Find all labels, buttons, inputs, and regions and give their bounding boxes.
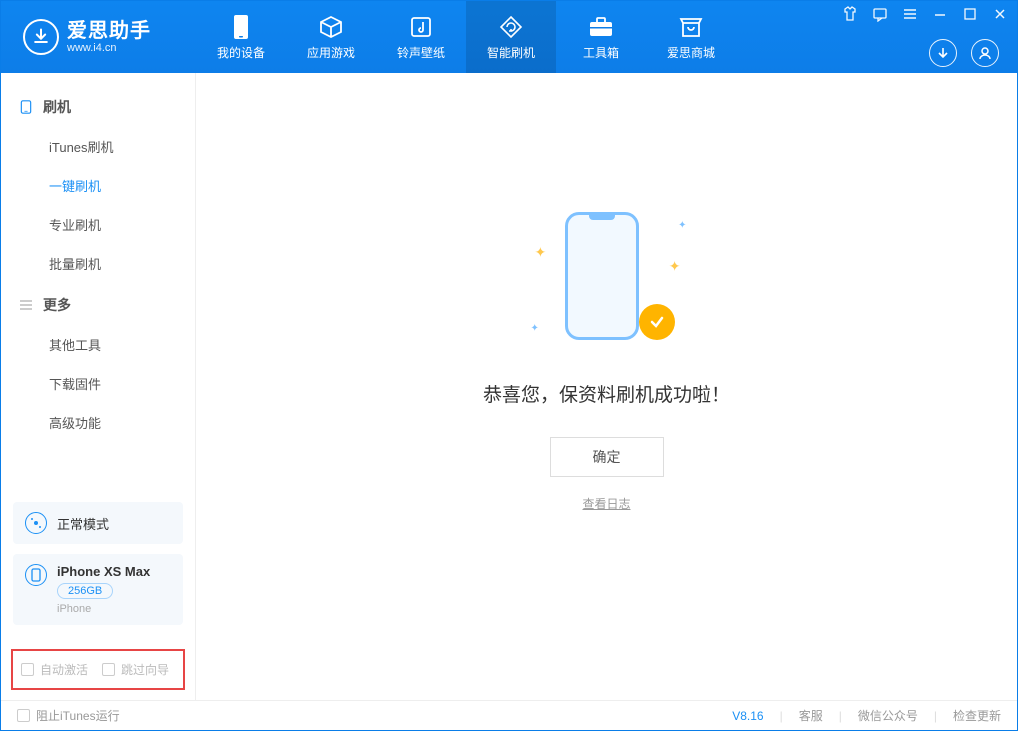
footer-link-support[interactable]: 客服: [799, 707, 823, 724]
success-message: 恭喜您，保资料刷机成功啦！: [483, 380, 730, 407]
nav-tab-label: 铃声壁纸: [397, 44, 445, 61]
checkbox-icon: [102, 663, 115, 676]
footer-link-update[interactable]: 检查更新: [953, 707, 1001, 724]
device-info-card[interactable]: iPhone XS Max 256GB iPhone: [13, 554, 183, 625]
store-icon: [678, 14, 704, 40]
device-phone-icon: [25, 564, 47, 586]
nav-tab-label: 我的设备: [217, 44, 265, 61]
refresh-icon: [498, 14, 524, 40]
sidebar-item-batch-flash[interactable]: 批量刷机: [1, 244, 195, 283]
status-bar: 阻止iTunes运行 V8.16 | 客服 | 微信公众号 | 检查更新: [1, 700, 1017, 730]
device-icon: [228, 14, 254, 40]
nav-tabs: 我的设备 应用游戏 铃声壁纸 智能刷机 工具箱 爱思商城: [196, 1, 736, 73]
sidebar-item-onekey-flash[interactable]: 一键刷机: [1, 166, 195, 205]
sidebar-item-download-firmware[interactable]: 下载固件: [1, 364, 195, 403]
close-icon[interactable]: [991, 5, 1009, 23]
nav-tab-label: 应用游戏: [307, 44, 355, 61]
checkbox-auto-activate[interactable]: 自动激活: [21, 661, 88, 678]
sidebar-item-pro-flash[interactable]: 专业刷机: [1, 205, 195, 244]
phone-icon: [19, 100, 33, 114]
nav-tab-store[interactable]: 爱思商城: [646, 1, 736, 73]
device-mode-card[interactable]: 正常模式: [13, 502, 183, 544]
sidebar-item-advanced[interactable]: 高级功能: [1, 403, 195, 442]
app-subtitle: www.i4.cn: [67, 42, 151, 54]
check-badge-icon: [639, 304, 675, 340]
app-title: 爱思助手: [67, 20, 151, 42]
maximize-icon[interactable]: [961, 5, 979, 23]
flash-options-box: 自动激活 跳过向导: [11, 649, 185, 690]
sparkle-icon: ✦: [531, 323, 539, 334]
music-icon: [408, 14, 434, 40]
main-content: ✦ ✦ ✦ ✦ 恭喜您，保资料刷机成功啦！ 确定 查看日志: [196, 73, 1017, 700]
success-illustration: ✦ ✦ ✦ ✦: [527, 202, 687, 352]
sparkle-icon: ✦: [669, 258, 681, 275]
nav-tab-label: 爱思商城: [667, 44, 715, 61]
version-label: V8.16: [732, 709, 763, 723]
checkbox-skip-wizard[interactable]: 跳过向导: [102, 661, 169, 678]
nav-tab-label: 智能刷机: [487, 44, 535, 61]
checkbox-block-itunes[interactable]: 阻止iTunes运行: [17, 707, 120, 724]
device-type: iPhone: [57, 603, 150, 615]
mode-icon: [25, 512, 47, 534]
view-log-link[interactable]: 查看日志: [582, 495, 630, 512]
cube-icon: [318, 14, 344, 40]
sidebar-heading-more: 更多: [1, 289, 195, 325]
list-icon: [19, 298, 33, 312]
sidebar-item-itunes-flash[interactable]: iTunes刷机: [1, 127, 195, 166]
feedback-icon[interactable]: [871, 5, 889, 23]
device-name: iPhone XS Max: [57, 564, 150, 579]
nav-tab-apps[interactable]: 应用游戏: [286, 1, 376, 73]
nav-tab-toolbox[interactable]: 工具箱: [556, 1, 646, 73]
footer-link-wechat[interactable]: 微信公众号: [858, 707, 918, 724]
logo-icon: [23, 19, 59, 55]
sidebar-item-other-tools[interactable]: 其他工具: [1, 325, 195, 364]
minimize-icon[interactable]: [931, 5, 949, 23]
nav-tab-flash[interactable]: 智能刷机: [466, 1, 556, 73]
ok-button[interactable]: 确定: [550, 437, 664, 477]
window-controls: [841, 5, 1009, 23]
sidebar-heading-flash: 刷机: [1, 91, 195, 127]
checkbox-icon: [17, 709, 30, 722]
skin-icon[interactable]: [841, 5, 859, 23]
nav-tab-ringtones[interactable]: 铃声壁纸: [376, 1, 466, 73]
sparkle-icon: ✦: [678, 220, 686, 231]
app-logo: 爱思助手 www.i4.cn: [1, 19, 196, 55]
nav-tab-label: 工具箱: [583, 44, 619, 61]
download-manager-icon[interactable]: [929, 39, 957, 67]
device-mode-label: 正常模式: [57, 514, 109, 533]
sidebar: 刷机 iTunes刷机 一键刷机 专业刷机 批量刷机 更多 其他工具 下载固件 …: [1, 73, 196, 700]
title-bar: 爱思助手 www.i4.cn 我的设备 应用游戏 铃声壁纸 智能刷机 工具箱 爱…: [1, 1, 1017, 73]
checkbox-icon: [21, 663, 34, 676]
user-icon[interactable]: [971, 39, 999, 67]
toolbox-icon: [588, 14, 614, 40]
device-capacity: 256GB: [57, 583, 113, 599]
header-actions: [929, 39, 999, 67]
menu-icon[interactable]: [901, 5, 919, 23]
nav-tab-device[interactable]: 我的设备: [196, 1, 286, 73]
sparkle-icon: ✦: [535, 244, 547, 261]
phone-illustration-icon: [565, 212, 639, 340]
